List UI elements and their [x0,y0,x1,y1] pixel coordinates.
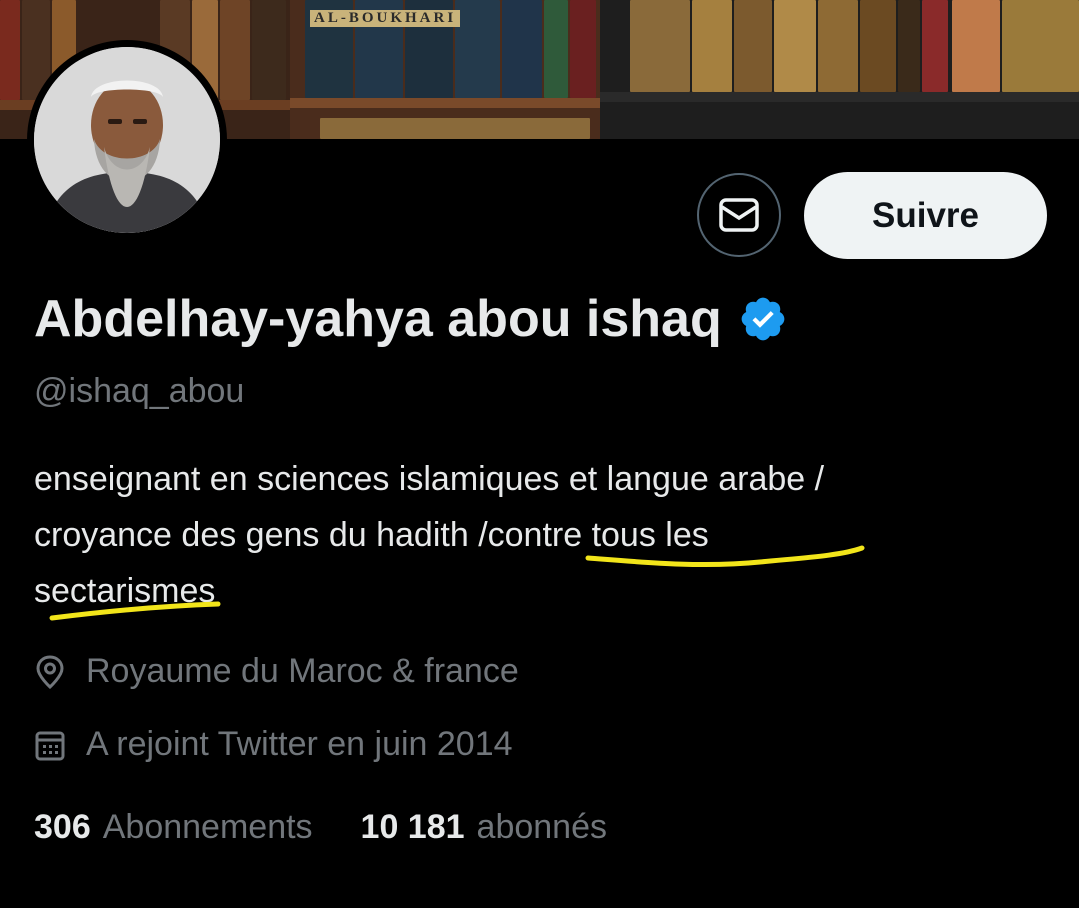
banner-book [570,0,596,98]
banner-book [1002,0,1079,92]
bio-line: sectarismes [34,572,216,610]
banner-book [630,0,690,92]
banner-shelf [600,92,1079,102]
banner-book [0,0,20,100]
profile-handle: @ishaq_abou [34,372,245,410]
banner-book [544,0,568,98]
bio-line: croyance des gens du hadith /contre tous… [34,516,709,554]
banner-book [952,0,1000,92]
banner-book [502,0,542,98]
envelope-icon [719,198,759,232]
display-name: Abdelhay-yahya abou ishaq [34,290,722,348]
banner-book [220,0,250,100]
verified-badge-icon[interactable] [738,294,788,344]
banner-book [252,0,286,100]
banner-book [818,0,858,92]
following-link[interactable]: 306 Abonnements [34,808,313,847]
profile-joined-date: A rejoint Twitter en juin 2014 [34,725,513,764]
banner-book [455,0,500,98]
message-button[interactable] [697,173,781,257]
banner-book [734,0,772,92]
banner-book [320,118,590,139]
banner-spine-label: AL-BOUKHARI [310,10,461,27]
banner-book [860,0,896,92]
banner-shelf [290,98,600,108]
location-text: Royaume du Maroc & france [86,652,519,690]
banner-book [922,0,948,92]
bio-line: enseignant en sciences islamiques et lan… [34,460,825,498]
following-label: Abonnements [102,808,313,846]
profile-stats: 306 Abonnements 10 181 abonnés [34,808,607,847]
follow-button[interactable]: Suivre [804,172,1047,259]
followers-label: abonnés [476,808,608,846]
profile-name-row: Abdelhay-yahya abou ishaq [34,289,788,349]
profile-avatar[interactable] [27,40,227,240]
banner-book [692,0,732,92]
banner-book [774,0,816,92]
followers-count: 10 181 [360,808,465,846]
avatar-illustration [34,47,220,233]
avatar-photo [34,47,220,233]
calendar-icon [35,731,65,760]
joined-text: A rejoint Twitter en juin 2014 [86,725,513,763]
profile-bio: enseignant en sciences islamiques et lan… [34,451,1034,619]
followers-link[interactable]: 10 181 abonnés [361,808,607,847]
banner-book [898,0,920,92]
profile-location: Royaume du Maroc & france [34,652,519,691]
map-pin-icon [36,654,64,689]
following-count: 306 [34,808,91,846]
